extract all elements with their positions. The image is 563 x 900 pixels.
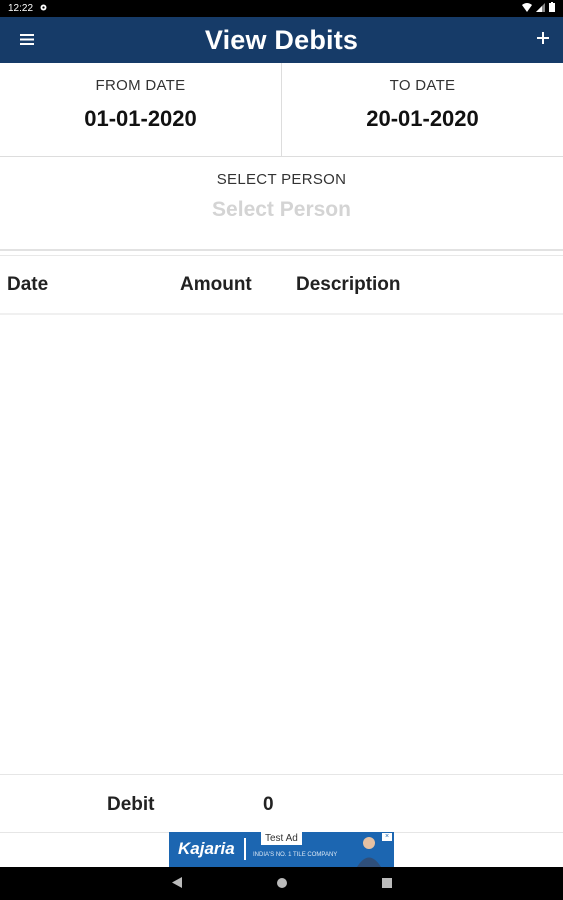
- table-header: Date Amount Description: [0, 255, 563, 315]
- ad-test-label: Test Ad: [261, 832, 302, 845]
- column-header-date: Date: [7, 274, 49, 295]
- signal-icon: [536, 2, 545, 15]
- from-date-value[interactable]: 01-01-2020: [0, 106, 281, 132]
- column-header-amount: Amount: [180, 274, 252, 295]
- status-bar: 12:22: [0, 0, 563, 17]
- ad-subtitle: INDIA'S NO. 1 TILE COMPANY: [253, 852, 338, 858]
- home-icon[interactable]: [276, 875, 287, 893]
- ad-banner[interactable]: Kajaria Test Ad INDIA'S NO. 1 TILE COMPA…: [169, 832, 394, 867]
- column-header-description: Description: [296, 274, 401, 295]
- date-range: FROM DATE 01-01-2020 TO DATE 20-01-2020: [0, 63, 563, 157]
- settings-icon: [39, 3, 48, 15]
- ad-person-image: [354, 834, 384, 867]
- add-icon[interactable]: [537, 27, 549, 50]
- ad-divider: [244, 838, 246, 860]
- select-person-dropdown[interactable]: Select Person: [0, 198, 563, 222]
- debit-total-value: 0: [263, 794, 274, 815]
- debits-list[interactable]: [0, 314, 563, 774]
- battery-icon: [549, 2, 555, 15]
- from-date-picker[interactable]: FROM DATE 01-01-2020: [0, 63, 282, 156]
- select-person-label: SELECT PERSON: [216, 171, 347, 188]
- recents-icon[interactable]: [381, 875, 392, 893]
- to-date-label: TO DATE: [389, 77, 456, 94]
- ad-choices-icon[interactable]: ×: [382, 833, 392, 841]
- from-date-label: FROM DATE: [95, 77, 186, 94]
- back-icon[interactable]: [171, 875, 182, 893]
- debit-total: Debit 0: [0, 774, 563, 833]
- page-title: View Debits: [204, 24, 359, 55]
- wifi-icon: [522, 2, 532, 15]
- person-selector[interactable]: SELECT PERSON Select Person: [0, 157, 563, 251]
- status-time: 12:22: [8, 3, 34, 14]
- to-date-value[interactable]: 20-01-2020: [282, 106, 563, 132]
- ad-brand: Kajaria: [178, 839, 235, 858]
- app-bar: View Debits: [0, 17, 563, 63]
- menu-icon[interactable]: [16, 28, 38, 50]
- debit-total-label: Debit: [107, 794, 155, 815]
- system-nav-bar: [0, 867, 563, 900]
- to-date-picker[interactable]: TO DATE 20-01-2020: [282, 63, 563, 156]
